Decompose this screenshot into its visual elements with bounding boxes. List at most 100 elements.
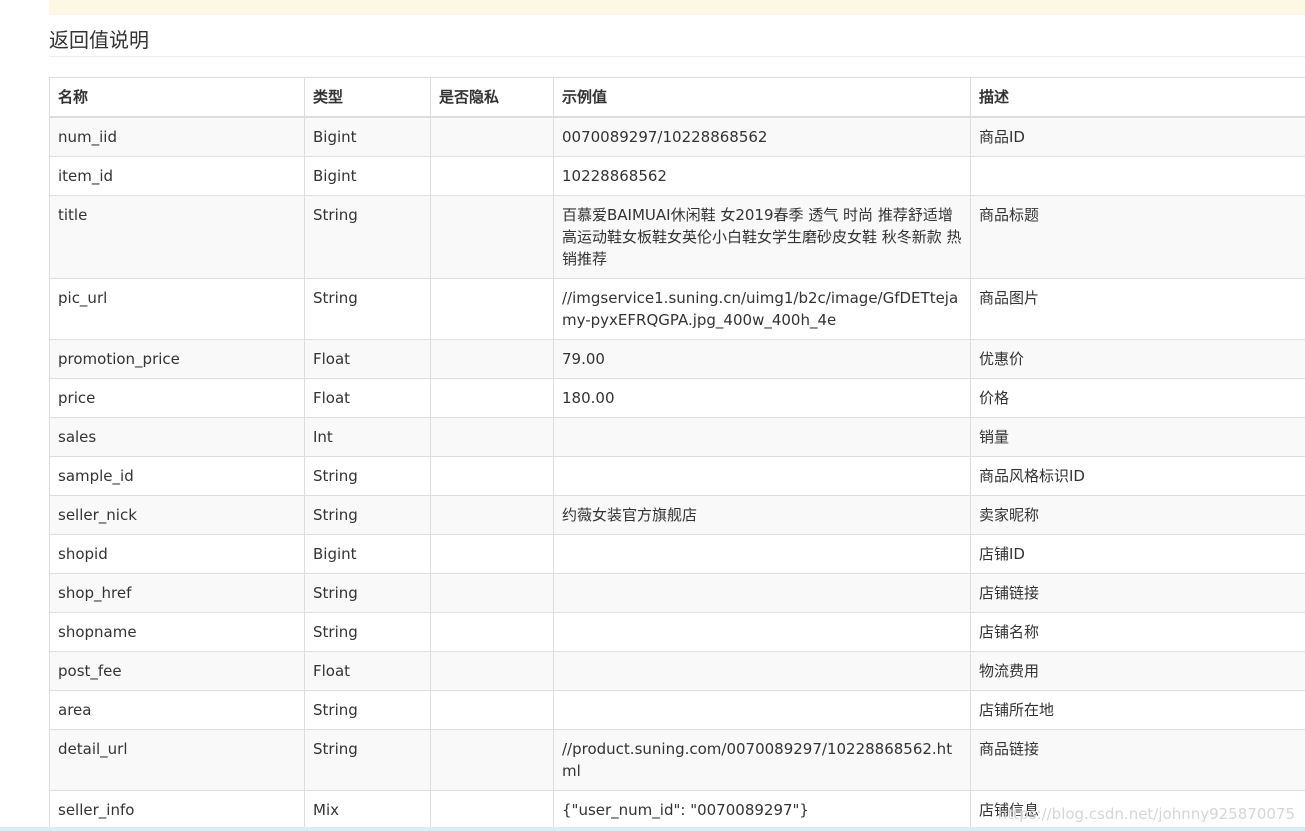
cell-example: [553, 690, 971, 730]
cell-private: [430, 790, 554, 830]
cell-description: 店铺ID: [970, 534, 1305, 574]
header-name: 名称: [49, 77, 305, 118]
header-private: 是否隐私: [430, 77, 554, 118]
cell-name: area: [49, 690, 305, 730]
cell-name: promotion_price: [49, 339, 305, 379]
table-row: title String 百慕爱BAIMUAI休闲鞋 女2019春季 透气 时尚 推…: [49, 195, 1305, 279]
cell-name: shopid: [49, 534, 305, 574]
table-row: shopname String 店铺名称: [49, 612, 1305, 652]
cell-type: Mix: [304, 790, 431, 830]
cell-example: //product.suning.com/0070089297/10228868…: [553, 729, 971, 791]
table-row: area String 店铺所在地: [49, 690, 1305, 730]
cell-type: String: [304, 495, 431, 535]
cell-example: 180.00: [553, 378, 971, 418]
cell-type: String: [304, 690, 431, 730]
cell-name: seller_nick: [49, 495, 305, 535]
cell-name: shop_href: [49, 573, 305, 613]
table-row: pic_url String //imgservice1.suning.cn/uim…: [49, 278, 1305, 340]
table-row: post_fee Float 物流费用: [49, 651, 1305, 691]
cell-private: [430, 651, 554, 691]
cell-example: 百慕爱BAIMUAI休闲鞋 女2019春季 透气 时尚 推荐舒适增高运动鞋女板鞋…: [553, 195, 971, 279]
cell-description: 销量: [970, 417, 1305, 457]
cell-name: sample_id: [49, 456, 305, 496]
cell-private: [430, 378, 554, 418]
cell-name: shopname: [49, 612, 305, 652]
cell-type: String: [304, 729, 431, 791]
cell-example: {"user_num_id": "0070089297"}: [553, 790, 971, 830]
cell-name: post_fee: [49, 651, 305, 691]
cell-description: 商品链接: [970, 729, 1305, 791]
cell-type: String: [304, 573, 431, 613]
cell-description: 店铺所在地: [970, 690, 1305, 730]
cell-description: 物流费用: [970, 651, 1305, 691]
cell-example: [553, 612, 971, 652]
cell-example: 10228868562: [553, 156, 971, 196]
cell-type: Float: [304, 339, 431, 379]
cell-description: 优惠价: [970, 339, 1305, 379]
cell-example: //imgservice1.suning.cn/uimg1/b2c/image/…: [553, 278, 971, 340]
table-row: item_id Bigint 10228868562: [49, 156, 1305, 196]
cell-example: [553, 534, 971, 574]
table-row: shop_href String 店铺链接: [49, 573, 1305, 613]
cell-private: [430, 573, 554, 613]
cell-example: 0070089297/10228868562: [553, 116, 971, 157]
cell-private: [430, 729, 554, 791]
header-description: 描述: [970, 77, 1305, 118]
cell-example: [553, 651, 971, 691]
cell-name: seller_info: [49, 790, 305, 830]
section-title: 返回值说明: [49, 26, 1305, 57]
table-row: num_iid Bigint 0070089297/10228868562 商品ID: [49, 116, 1305, 157]
cell-description: 商品风格标识ID: [970, 456, 1305, 496]
cell-name: title: [49, 195, 305, 279]
bottom-strip: [0, 827, 1305, 831]
cell-type: Float: [304, 378, 431, 418]
cell-private: [430, 690, 554, 730]
cell-example: 79.00: [553, 339, 971, 379]
cell-example: [553, 417, 971, 457]
cell-type: String: [304, 456, 431, 496]
cell-type: String: [304, 278, 431, 340]
cell-private: [430, 534, 554, 574]
table-row: promotion_price Float 79.00 优惠价: [49, 339, 1305, 379]
cell-private: [430, 195, 554, 279]
cell-description: [970, 156, 1305, 196]
cell-private: [430, 612, 554, 652]
cell-description: 商品图片: [970, 278, 1305, 340]
return-values-table: 名称 类型 是否隐私 示例值 描述 num_iid Bigint 007008929…: [49, 77, 1305, 830]
table-row: detail_url String //product.suning.com/007…: [49, 729, 1305, 791]
cell-description: 商品ID: [970, 116, 1305, 157]
cell-private: [430, 278, 554, 340]
cell-private: [430, 456, 554, 496]
cell-description: 商品标题: [970, 195, 1305, 279]
cell-name: item_id: [49, 156, 305, 196]
cell-example: [553, 456, 971, 496]
cell-name: num_iid: [49, 116, 305, 157]
cell-type: Int: [304, 417, 431, 457]
cell-name: price: [49, 378, 305, 418]
cell-type: Bigint: [304, 116, 431, 157]
cell-example: 约薇女装官方旗舰店: [553, 495, 971, 535]
cell-private: [430, 116, 554, 157]
header-type: 类型: [304, 77, 431, 118]
cell-description: 店铺链接: [970, 573, 1305, 613]
table-row: sample_id String 商品风格标识ID: [49, 456, 1305, 496]
cell-description: 价格: [970, 378, 1305, 418]
cell-description: 店铺名称: [970, 612, 1305, 652]
cell-type: String: [304, 612, 431, 652]
cell-type: String: [304, 195, 431, 279]
cell-private: [430, 156, 554, 196]
cell-type: Float: [304, 651, 431, 691]
cell-private: [430, 417, 554, 457]
table-row: shopid Bigint 店铺ID: [49, 534, 1305, 574]
cell-type: Bigint: [304, 156, 431, 196]
cell-name: detail_url: [49, 729, 305, 791]
table-row: price Float 180.00 价格: [49, 378, 1305, 418]
cell-private: [430, 339, 554, 379]
header-example: 示例值: [553, 77, 971, 118]
cell-private: [430, 495, 554, 535]
cell-description: 卖家昵称: [970, 495, 1305, 535]
cell-type: Bigint: [304, 534, 431, 574]
cell-name: sales: [49, 417, 305, 457]
cell-example: [553, 573, 971, 613]
table-row: seller_nick String 约薇女装官方旗舰店 卖家昵称: [49, 495, 1305, 535]
